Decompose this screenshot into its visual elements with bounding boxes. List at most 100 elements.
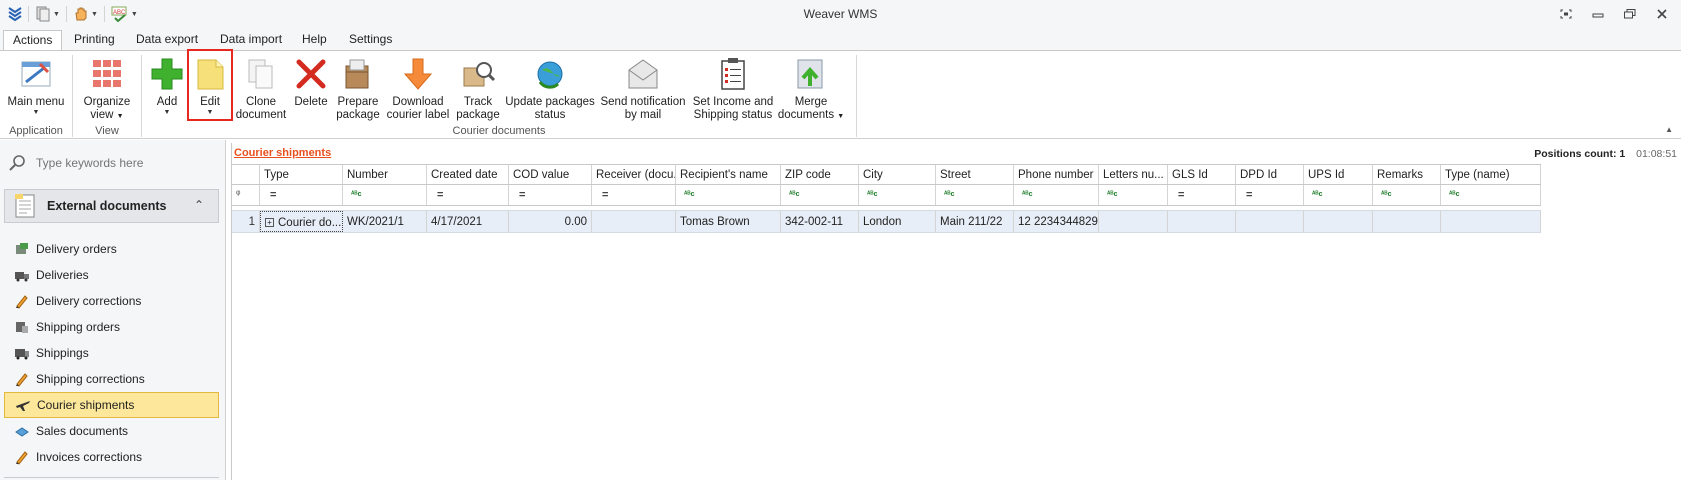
table-cell[interactable]: Tomas Brown [676, 211, 781, 232]
tab-actions[interactable]: Actions [3, 30, 63, 51]
column-header[interactable]: Receiver (docu... [592, 165, 676, 184]
filter-cell[interactable]: = [592, 185, 676, 205]
column-header[interactable]: Letters nu... [1099, 165, 1168, 184]
grid-title[interactable]: Courier shipments [234, 147, 331, 159]
table-cell[interactable]: London [859, 211, 936, 232]
table-cell[interactable]: + Courier do... [260, 211, 343, 232]
filter-cell[interactable]: ᴬᴮc [1014, 185, 1099, 205]
section-external-documents[interactable]: External documents ⌃ [4, 189, 219, 223]
tab-printing[interactable]: Printing [65, 30, 124, 50]
tab-help[interactable]: Help [293, 30, 336, 50]
sidebar-item-shipping-corrections[interactable]: Shipping corrections [4, 366, 219, 392]
restore-button[interactable] [1621, 5, 1639, 23]
column-header[interactable]: Remarks [1373, 165, 1441, 184]
expand-row-icon[interactable]: + [265, 218, 274, 228]
sidebar-item-delivery-orders[interactable]: Delivery orders [4, 236, 219, 262]
table-cell[interactable] [1168, 211, 1236, 232]
window-title: Weaver WMS [803, 7, 878, 21]
column-header[interactable]: Recipient's name [676, 165, 781, 184]
update-packages-status-button[interactable]: Update packages status [505, 53, 595, 123]
table-cell[interactable]: Main 211/22 [936, 211, 1014, 232]
table-cell[interactable]: 12 2234344829 [1014, 211, 1099, 232]
table-cell[interactable]: WK/2021/1 [343, 211, 427, 232]
filter-cell[interactable]: = [1168, 185, 1236, 205]
sidebar-item-label: Invoices corrections [36, 450, 143, 464]
table-cell[interactable] [1099, 211, 1168, 232]
set-income-shipping-status-button[interactable]: Set Income and Shipping status [693, 53, 773, 123]
app-logo-button[interactable] [4, 3, 26, 25]
column-header[interactable]: Type [260, 165, 343, 184]
sidebar-item-courier-shipments[interactable]: Courier shipments [4, 392, 219, 418]
filter-cell[interactable]: = [427, 185, 509, 205]
column-header[interactable]: UPS Id [1304, 165, 1373, 184]
organize-view-button[interactable]: Organize view ▼ [78, 53, 136, 123]
download-courier-label-button[interactable]: Download courier label [386, 53, 450, 123]
column-header[interactable]: Created date [427, 165, 509, 184]
filter-cell[interactable]: ᴬᴮc [1099, 185, 1168, 205]
filter-cell[interactable]: = [509, 185, 592, 205]
track-package-button[interactable]: Track package [454, 53, 502, 123]
clone-document-button[interactable]: Clone document [235, 53, 287, 123]
tab-data-import[interactable]: Data import [211, 30, 291, 50]
close-button[interactable] [1653, 5, 1671, 23]
filter-cell[interactable]: = [1236, 185, 1304, 205]
add-button[interactable]: Add ▼ [146, 53, 188, 123]
filter-cell[interactable]: ᴬᴮc [1441, 185, 1541, 205]
filter-cell[interactable]: ᴬᴮc [1304, 185, 1373, 205]
table-cell[interactable]: 4/17/2021 [427, 211, 509, 232]
table-cell[interactable] [1304, 211, 1373, 232]
delete-button[interactable]: Delete [290, 53, 332, 123]
fullscreen-button[interactable] [1557, 5, 1575, 23]
sidebar-item-delivery-corrections[interactable]: Delivery corrections [4, 288, 219, 314]
documents-quick-button[interactable]: ▼ [31, 3, 64, 25]
chevron-down-icon: ▼ [130, 10, 138, 18]
filter-cell[interactable]: ᴬᴮc [859, 185, 936, 205]
column-header[interactable]: COD value [509, 165, 592, 184]
sidebar-item-deliveries[interactable]: Deliveries [4, 262, 219, 288]
text-filter-icon: ᴬᴮc [1107, 191, 1118, 198]
search-input[interactable] [36, 156, 206, 170]
quick-access-toolbar: ▼ ▼ ABC ▼ [0, 0, 142, 28]
filter-cell[interactable]: ᴬᴮc [1373, 185, 1441, 205]
column-header[interactable]: GLS Id [1168, 165, 1236, 184]
send-notification-button[interactable]: Send notification by mail [600, 53, 686, 123]
filter-cell[interactable]: ᴬᴮc [343, 185, 427, 205]
table-cell[interactable] [592, 211, 676, 232]
column-header[interactable]: Type (name) [1441, 165, 1541, 184]
tab-settings[interactable]: Settings [340, 30, 401, 50]
table-cell[interactable] [1236, 211, 1304, 232]
prepare-package-button[interactable]: Prepare package [334, 53, 382, 123]
column-header[interactable]: Number [343, 165, 427, 184]
tab-data-export[interactable]: Data export [127, 30, 207, 50]
hand-quick-button[interactable]: ▼ [69, 3, 102, 25]
sidebar-item-sales-documents[interactable]: Sales documents [4, 418, 219, 444]
filter-cell[interactable]: ᴬᴮc [781, 185, 859, 205]
table-cell[interactable]: 342-002-11 [781, 211, 859, 232]
chevron-up-icon[interactable]: ⌃ [194, 198, 204, 212]
table-row[interactable]: 1 + Courier do... WK/2021/1 4/17/2021 0.00 Tom… [232, 210, 1541, 233]
equals-filter-icon: = [1246, 189, 1253, 201]
column-header[interactable]: ZIP code [781, 165, 859, 184]
filter-cell[interactable]: ᴬᴮc [936, 185, 1014, 205]
elapsed-time: 01:08:51 [1636, 148, 1677, 160]
merge-documents-button[interactable]: Merge documents ▼ [778, 53, 844, 123]
spellcheck-quick-button[interactable]: ABC ▼ [107, 3, 142, 25]
filter-cell[interactable]: = [260, 185, 343, 205]
minimize-button[interactable] [1589, 5, 1607, 23]
sidebar-item-shippings[interactable]: Shippings [4, 340, 219, 366]
main-menu-button[interactable]: Main menu ▼ [6, 53, 66, 123]
sidebar-item-invoices-corrections[interactable]: Invoices corrections [4, 444, 219, 470]
table-cell[interactable] [1441, 211, 1541, 232]
column-header[interactable]: City [859, 165, 936, 184]
table-cell[interactable] [1373, 211, 1441, 232]
column-header[interactable]: Street [936, 165, 1014, 184]
update-status-icon [537, 61, 563, 89]
collapse-ribbon-icon[interactable]: ▲ [1665, 125, 1673, 134]
column-header[interactable]: DPD Id [1236, 165, 1304, 184]
filter-cell[interactable]: ᴬᴮc [676, 185, 781, 205]
organize-view-label: Organize view ▼ [83, 96, 131, 121]
sidebar-item-shipping-orders[interactable]: Shipping orders [4, 314, 219, 340]
column-header[interactable]: Phone number [1014, 165, 1099, 184]
table-cell[interactable]: 0.00 [509, 211, 592, 232]
download-courier-label-label: Download courier label [386, 96, 450, 121]
